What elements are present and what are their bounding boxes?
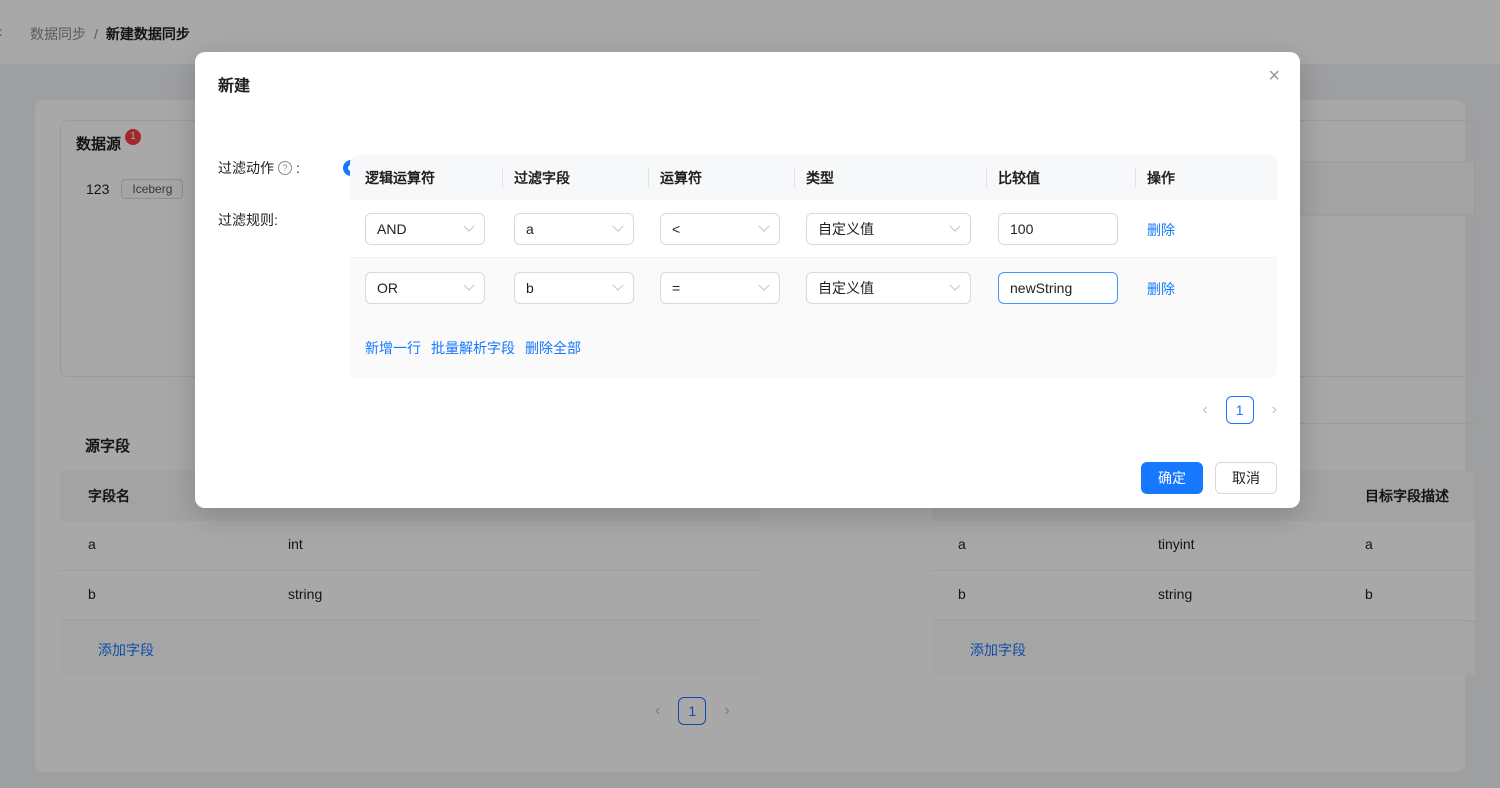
- delete-rule-link[interactable]: 删除: [1147, 220, 1175, 240]
- chevron-down-icon: [612, 280, 623, 291]
- value-type-select[interactable]: 自定义值: [806, 213, 971, 245]
- select-value: AND: [377, 221, 457, 237]
- filter-rules-label-text: 过滤规则:: [218, 210, 278, 230]
- col-header-type: 类型: [806, 168, 834, 188]
- help-question-icon[interactable]: ?: [278, 161, 292, 175]
- filter-field-select[interactable]: a: [514, 213, 634, 245]
- header-separator: [1135, 168, 1136, 188]
- chevron-down-icon: [758, 221, 769, 232]
- filter-rules-table-header: 逻辑运算符 过滤字段 运算符 类型 比较值 操作: [350, 155, 1277, 200]
- filter-rules-table-footer: 新增一行 批量解析字段 删除全部: [350, 318, 1277, 378]
- operator-select[interactable]: <: [660, 213, 780, 245]
- operator-select[interactable]: =: [660, 272, 780, 304]
- col-header-operator: 运算符: [660, 168, 702, 188]
- col-header-logic: 逻辑运算符: [365, 168, 435, 188]
- logic-operator-select[interactable]: OR: [365, 272, 485, 304]
- new-filter-modal: 新建 × 过滤动作 ? : 保留匹配数据 去除匹配数据 过滤规则: 逻辑运算符: [195, 52, 1300, 508]
- chevron-down-icon: [612, 221, 623, 232]
- chevron-down-icon: [463, 221, 474, 232]
- select-value: =: [672, 280, 752, 296]
- select-value: 自定义值: [818, 219, 943, 239]
- compare-value-input[interactable]: [998, 272, 1118, 304]
- filter-rules-label: 过滤规则:: [218, 210, 278, 230]
- cancel-button[interactable]: 取消: [1215, 462, 1277, 494]
- app-root: « 数据同步 / 新建数据同步 数据源 1 123 Iceberg 源字段: [0, 0, 1500, 788]
- header-separator: [794, 168, 795, 188]
- filter-action-label: 过滤动作 ? :: [218, 158, 300, 178]
- chevron-down-icon: [949, 280, 960, 291]
- col-header-field: 过滤字段: [514, 168, 570, 188]
- col-header-value: 比较值: [998, 168, 1040, 188]
- header-separator: [502, 168, 503, 188]
- select-value: <: [672, 221, 752, 237]
- select-value: b: [526, 280, 606, 296]
- filter-rule-row: AND a < 自定义值 删除: [350, 200, 1277, 258]
- header-separator: [986, 168, 987, 188]
- prev-page-icon[interactable]: ‹: [1202, 401, 1207, 419]
- col-header-action: 操作: [1147, 168, 1175, 188]
- chevron-down-icon: [463, 280, 474, 291]
- page-number[interactable]: 1: [1226, 396, 1254, 424]
- header-separator: [648, 168, 649, 188]
- close-icon[interactable]: ×: [1268, 66, 1280, 86]
- confirm-button[interactable]: 确定: [1141, 462, 1203, 494]
- label-colon: :: [296, 160, 300, 176]
- filter-field-select[interactable]: b: [514, 272, 634, 304]
- batch-parse-fields-link[interactable]: 批量解析字段: [431, 338, 515, 358]
- chevron-down-icon: [758, 280, 769, 291]
- filter-action-label-text: 过滤动作: [218, 158, 274, 178]
- select-value: OR: [377, 280, 457, 296]
- logic-operator-select[interactable]: AND: [365, 213, 485, 245]
- filter-rule-row: OR b = 自定义值 删除: [350, 258, 1277, 318]
- chevron-down-icon: [949, 221, 960, 232]
- filter-rules-pagination: ‹ 1 ›: [1202, 396, 1277, 424]
- value-type-select[interactable]: 自定义值: [806, 272, 971, 304]
- delete-all-link[interactable]: 删除全部: [525, 338, 581, 358]
- modal-footer-buttons: 确定 取消: [1141, 462, 1277, 494]
- select-value: 自定义值: [818, 278, 943, 298]
- compare-value-input[interactable]: [998, 213, 1118, 245]
- add-row-link[interactable]: 新增一行: [365, 338, 421, 358]
- next-page-icon[interactable]: ›: [1272, 401, 1277, 419]
- modal-title: 新建: [218, 72, 250, 96]
- select-value: a: [526, 221, 606, 237]
- delete-rule-link[interactable]: 删除: [1147, 279, 1175, 299]
